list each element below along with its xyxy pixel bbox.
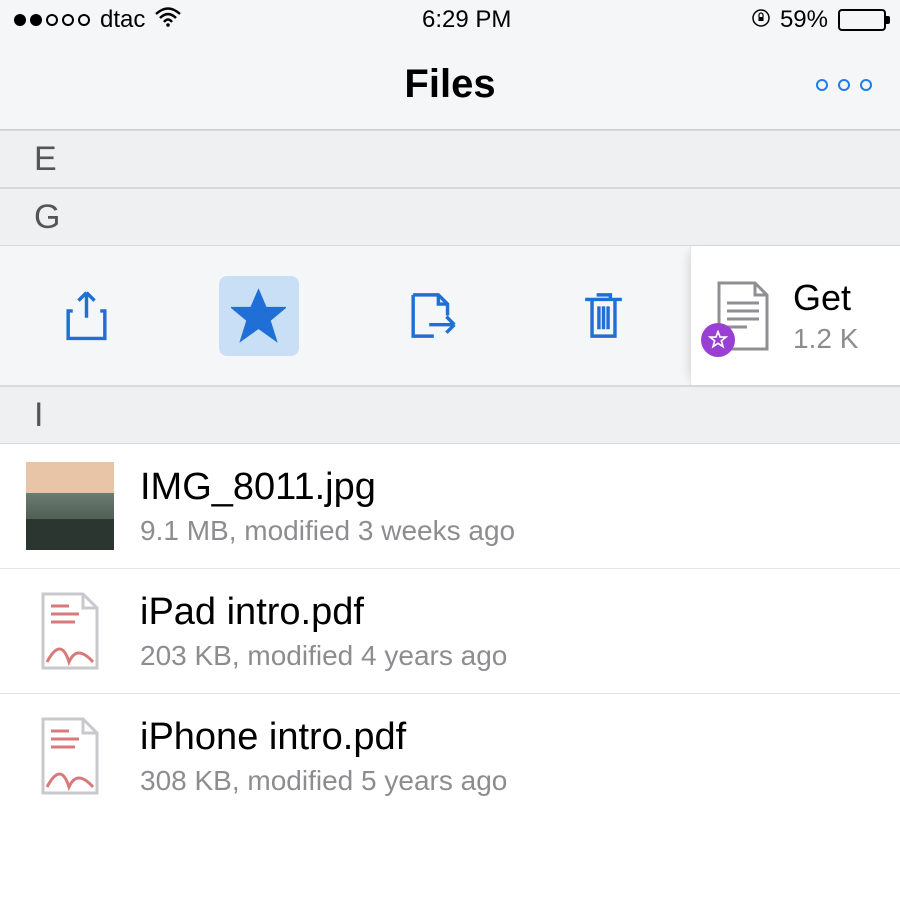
file-row[interactable]: IMG_8011.jpg 9.1 MB, modified 3 weeks ag… <box>0 444 900 569</box>
signal-strength-icon <box>14 14 90 26</box>
section-header-i: I <box>0 386 900 444</box>
swipe-actions <box>0 246 690 385</box>
file-row-peek[interactable]: Get 1.2 K <box>690 246 900 385</box>
file-name-label: iPhone intro.pdf <box>140 716 507 759</box>
file-row[interactable]: iPad intro.pdf 203 KB, modified 4 years … <box>0 569 900 694</box>
orientation-lock-icon <box>752 6 770 34</box>
pdf-icon <box>26 712 114 800</box>
status-bar: dtac 6:29 PM 59% <box>0 0 900 40</box>
delete-button[interactable] <box>564 276 644 356</box>
file-meta-label: 9.1 MB, modified 3 weeks ago <box>140 515 515 547</box>
favorite-button[interactable] <box>219 276 299 356</box>
file-name-label: iPad intro.pdf <box>140 591 507 634</box>
file-row[interactable]: iPhone intro.pdf 308 KB, modified 5 year… <box>0 694 900 818</box>
battery-icon <box>838 9 886 31</box>
nav-bar: Files <box>0 40 900 130</box>
file-name-label: Get <box>793 277 858 319</box>
file-meta-label: 203 KB, modified 4 years ago <box>140 640 507 672</box>
clock-label: 6:29 PM <box>422 6 511 34</box>
image-thumbnail-icon <box>26 462 114 550</box>
document-icon <box>711 281 775 351</box>
file-meta-label: 308 KB, modified 5 years ago <box>140 765 507 797</box>
pdf-icon <box>26 587 114 675</box>
page-title: Files <box>404 62 495 107</box>
star-badge-icon <box>701 323 735 357</box>
file-meta-label: 1.2 K <box>793 323 858 355</box>
wifi-icon <box>155 6 181 34</box>
section-header-g: G <box>0 188 900 246</box>
file-list: IMG_8011.jpg 9.1 MB, modified 3 weeks ag… <box>0 444 900 818</box>
section-header-e: E <box>0 130 900 188</box>
battery-pct-label: 59% <box>780 6 828 34</box>
share-button[interactable] <box>46 276 126 356</box>
more-options-button[interactable] <box>816 79 872 91</box>
file-name-label: IMG_8011.jpg <box>140 466 515 509</box>
swipe-action-row: Get 1.2 K <box>0 246 900 386</box>
status-left: dtac <box>14 6 181 34</box>
status-right: 59% <box>752 6 886 34</box>
carrier-label: dtac <box>100 6 145 34</box>
move-button[interactable] <box>391 276 471 356</box>
